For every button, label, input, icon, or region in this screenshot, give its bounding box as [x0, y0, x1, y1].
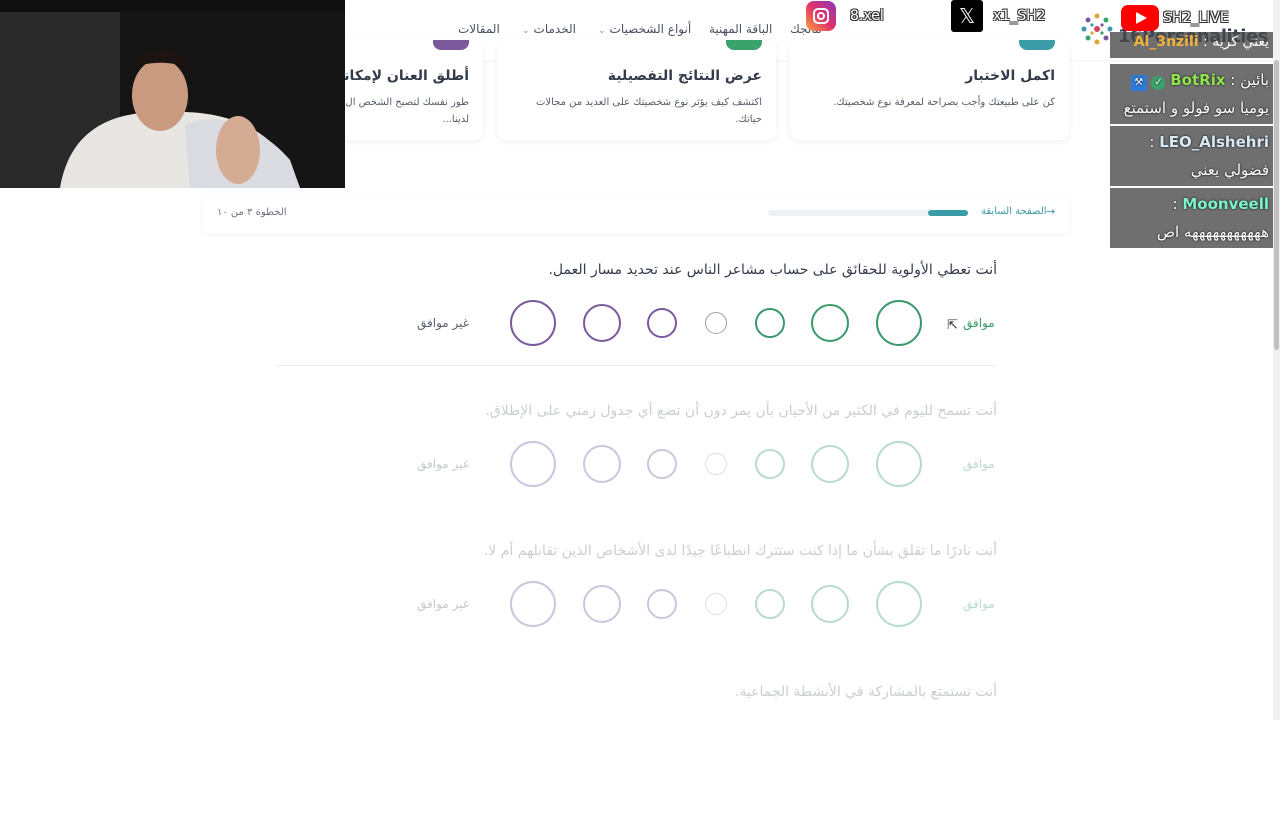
answer-option-4[interactable] [705, 453, 727, 475]
agree-label: موافق [963, 457, 995, 471]
card-title: عرض النتائج التفصيلية [607, 68, 762, 84]
answer-option-7[interactable] [510, 581, 556, 627]
chat-message: بائين : BotRix ✓ ⚒ يوميا سو فولو و استمت… [1110, 64, 1273, 124]
youtube-icon [1121, 5, 1159, 31]
previous-page-link[interactable]: الصفحة السابقة [981, 206, 1047, 217]
card-description: اكتشف كيف يؤثر نوع شخصيتك على العديد من … [535, 97, 762, 125]
chevron-down-icon: ⌄ [522, 26, 530, 36]
answer-option-5[interactable] [647, 589, 677, 619]
chat-overlay: بائين : BotRix ✓ ⚒ يوميا سو فولو و استمت… [1110, 64, 1273, 250]
instagram-icon [806, 1, 836, 31]
progress-bar-fill [928, 210, 968, 216]
arrow-right-icon[interactable]: → [1046, 205, 1055, 218]
card-tag [1019, 40, 1055, 50]
chat-text: يوميا سو فولو و استمتع [1123, 99, 1269, 117]
nav-item-professional-package[interactable]: الباقة المهنية [709, 22, 772, 36]
disagree-label: غير موافق [417, 316, 470, 330]
chat-text: يعني كريه [1212, 34, 1269, 50]
question-item: أنت نادرًا ما تقلق بشأن ما إذا كنت ستترك… [0, 543, 1280, 683]
instagram-overlay: 8.xel [806, 1, 884, 31]
feature-card-complete-test: اكمل الاختبار كن على طبيعتك وأجب بصراحة … [790, 40, 1069, 140]
answer-option-1[interactable] [876, 581, 922, 627]
chat-message-partial: يعني كريه : Al_3nzili [1110, 32, 1273, 58]
answer-option-4[interactable] [705, 312, 727, 334]
progress-bar [768, 210, 968, 216]
question-text: أنت تعطي الأولوية للحقائق على حساب مشاعر… [548, 262, 997, 278]
chat-separator: : [1172, 195, 1178, 213]
answer-option-3[interactable] [755, 308, 785, 338]
logo-icon [1081, 13, 1113, 45]
verified-badge-icon: ✓ [1151, 76, 1166, 90]
card-tag [726, 40, 762, 50]
question-text: أنت تسمح لليوم في الكثير من الأحيان بأن … [485, 403, 997, 419]
scrollbar-thumb[interactable] [1274, 60, 1279, 350]
question-text: أنت نادرًا ما تقلق بشأن ما إذا كنت ستترك… [483, 543, 997, 559]
chat-text: فضولي يعني [1190, 161, 1269, 179]
nav-item-services[interactable]: الخدمات⌄ [522, 22, 576, 36]
answer-option-5[interactable] [647, 449, 677, 479]
x-handle: x1_SH2 [993, 8, 1046, 24]
nav-item-articles[interactable]: المقالات [458, 22, 500, 36]
chat-text: هههههههههههه اص [1156, 223, 1269, 241]
card-description: كن على طبيعتك وأجب بصراحة لمعرفة نوع شخص… [833, 97, 1055, 108]
question-text: أنت تستمتع بالمشاركة في الأنشطة الجماعية… [734, 684, 997, 700]
answer-option-2[interactable] [811, 585, 849, 623]
chat-message: Moonveell : هههههههههههه اص [1110, 188, 1273, 248]
webcam-overlay [0, 0, 345, 188]
answer-option-5[interactable] [647, 308, 677, 338]
question-item: أنت تستمتع بالمشاركة في الأنشطة الجماعية… [0, 684, 1280, 824]
chat-separator: : [1149, 133, 1155, 151]
nav-item-personality-types[interactable]: أنواع الشخصيات⌄ [598, 22, 691, 36]
agree-label: موافق [963, 316, 995, 330]
question-divider [276, 365, 996, 366]
chat-username: LEO_Alshehri [1159, 133, 1269, 151]
x-overlay: 𝕏 x1_SH2 [951, 0, 1046, 32]
answer-option-3[interactable] [755, 449, 785, 479]
answer-option-7[interactable] [510, 441, 556, 487]
answer-option-1[interactable] [876, 300, 922, 346]
chat-message: LEO_Alshehri : فضولي يعني [1110, 126, 1273, 186]
answer-option-6[interactable] [583, 445, 621, 483]
answer-option-3[interactable] [755, 589, 785, 619]
chevron-down-icon: ⌄ [598, 26, 606, 36]
answer-option-6[interactable] [583, 304, 621, 342]
answer-option-1[interactable] [876, 441, 922, 487]
answer-option-2[interactable] [811, 445, 849, 483]
answer-option-2[interactable] [811, 304, 849, 342]
answer-option-7[interactable] [510, 300, 556, 346]
card-title: اكمل الاختبار [965, 68, 1055, 84]
bot-icon: ⚒ [1130, 75, 1147, 91]
card-tag [433, 40, 469, 50]
question-item: أنت تسمح لليوم في الكثير من الأحيان بأن … [0, 403, 1280, 543]
chat-username: Moonveell [1182, 195, 1269, 213]
chat-username: Al_3nzili [1133, 34, 1199, 50]
question-item: أنت تعطي الأولوية للحقائق على حساب مشاعر… [0, 262, 1280, 402]
answer-option-6[interactable] [583, 585, 621, 623]
youtube-handle: SH2_LIVE [1163, 10, 1229, 26]
chat-username: BotRix [1170, 71, 1226, 89]
disagree-label: غير موافق [417, 597, 470, 611]
disagree-label: غير موافق [417, 457, 470, 471]
step-indicator: الخطوة ٣ من ١٠ [217, 207, 287, 218]
feature-card-detailed-results: عرض النتائج التفصيلية اكتشف كيف يؤثر نوع… [497, 40, 776, 140]
instagram-handle: 8.xel [850, 8, 884, 24]
chat-text: بائين [1240, 71, 1269, 89]
mouse-cursor-icon: ⇱ [947, 318, 958, 333]
youtube-overlay: SH2_LIVE [1121, 3, 1229, 33]
streamer-video-image [0, 0, 345, 188]
x-logo-icon: 𝕏 [951, 0, 983, 32]
answer-option-4[interactable] [705, 593, 727, 615]
agree-label: موافق [963, 597, 995, 611]
page: المقالات الخدمات⌄ أنواع الشخصيات⌄ الباقة… [0, 0, 1280, 720]
